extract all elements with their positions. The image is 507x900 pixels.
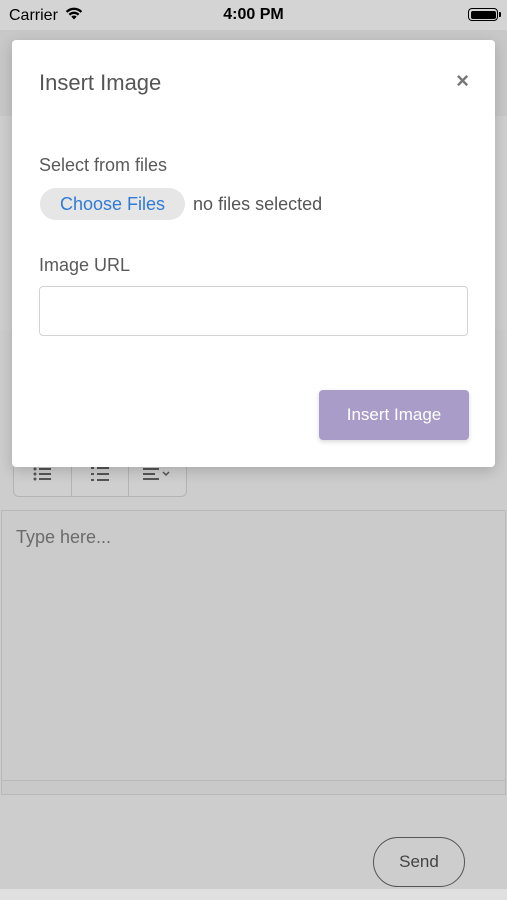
status-bar: Carrier 4:00 PM bbox=[0, 0, 507, 30]
choose-files-button[interactable]: Choose Files bbox=[40, 188, 186, 220]
clock: 4:00 PM bbox=[223, 6, 284, 23]
no-files-text: no files selected bbox=[193, 193, 323, 214]
align-dropdown-icon bbox=[142, 467, 173, 484]
files-label: Select from files bbox=[39, 155, 168, 175]
image-url-input[interactable] bbox=[39, 286, 468, 336]
send-button[interactable]: Send bbox=[373, 837, 465, 887]
insert-image-button[interactable]: Insert Image bbox=[319, 390, 469, 440]
modal-title: Insert Image bbox=[39, 70, 162, 95]
battery-icon bbox=[468, 8, 501, 21]
editor-footer bbox=[1, 781, 506, 795]
file-picker: Choose Files no files selected bbox=[40, 188, 322, 220]
insert-image-modal: Insert Image × Select from files Choose … bbox=[12, 40, 495, 467]
bottom-bar bbox=[0, 889, 507, 900]
numbered-list-icon bbox=[91, 466, 109, 485]
message-editor[interactable]: Type here... bbox=[1, 510, 506, 781]
editor-placeholder: Type here... bbox=[16, 527, 112, 547]
url-label: Image URL bbox=[39, 255, 131, 275]
bulleted-list-icon bbox=[33, 467, 52, 484]
close-icon[interactable]: × bbox=[456, 68, 469, 94]
